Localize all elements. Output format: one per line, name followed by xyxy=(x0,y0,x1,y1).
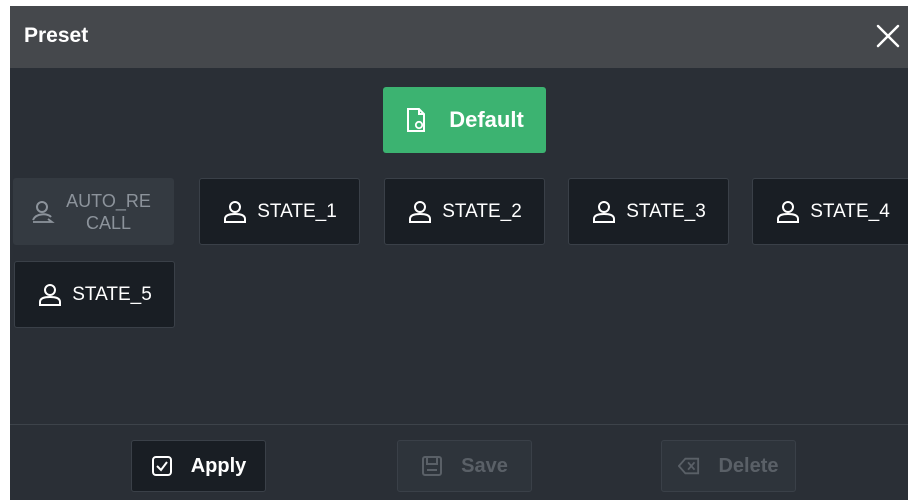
state-auto-recall[interactable]: AUTO_RE CALL xyxy=(13,178,174,245)
footer-divider xyxy=(10,424,908,425)
checkbox-checked-icon xyxy=(151,456,172,476)
user-icon xyxy=(593,200,616,223)
state-4-button[interactable]: STATE_4 xyxy=(752,178,908,245)
preset-dialog: Preset Default AUTO_RE CALL STATE_1 STAT… xyxy=(10,6,908,500)
user-icon xyxy=(777,200,800,223)
apply-button[interactable]: Apply xyxy=(131,440,266,492)
state-1-label: STATE_1 xyxy=(257,200,337,222)
document-settings-icon xyxy=(407,108,426,132)
state-5-label: STATE_5 xyxy=(72,283,152,305)
state-auto-recall-label: AUTO_RE CALL xyxy=(60,190,158,234)
save-button-label: Save xyxy=(461,454,508,477)
user-recall-icon xyxy=(31,200,55,223)
default-button-label: Default xyxy=(449,107,524,132)
close-icon[interactable] xyxy=(872,20,904,52)
state-auto-recall-line1: AUTO_RE xyxy=(66,190,151,211)
save-icon xyxy=(422,456,443,476)
dialog-title: Preset xyxy=(24,24,89,47)
user-icon xyxy=(39,283,62,306)
dialog-titlebar: Preset xyxy=(10,6,908,68)
save-button[interactable]: Save xyxy=(397,440,532,492)
state-3-button[interactable]: STATE_3 xyxy=(568,178,729,245)
user-icon xyxy=(409,200,432,223)
backspace-delete-icon xyxy=(678,457,700,475)
delete-button[interactable]: Delete xyxy=(661,440,796,492)
state-2-label: STATE_2 xyxy=(442,200,522,222)
state-3-label: STATE_3 xyxy=(626,200,706,222)
state-4-label: STATE_4 xyxy=(810,200,890,222)
state-2-button[interactable]: STATE_2 xyxy=(384,178,545,245)
apply-button-label: Apply xyxy=(190,454,247,477)
state-5-button[interactable]: STATE_5 xyxy=(14,261,175,328)
default-button[interactable]: Default xyxy=(383,87,546,153)
state-auto-recall-line2: CALL xyxy=(85,212,132,233)
delete-button-label: Delete xyxy=(718,454,779,477)
user-icon xyxy=(224,200,247,223)
state-1-button[interactable]: STATE_1 xyxy=(199,178,360,245)
